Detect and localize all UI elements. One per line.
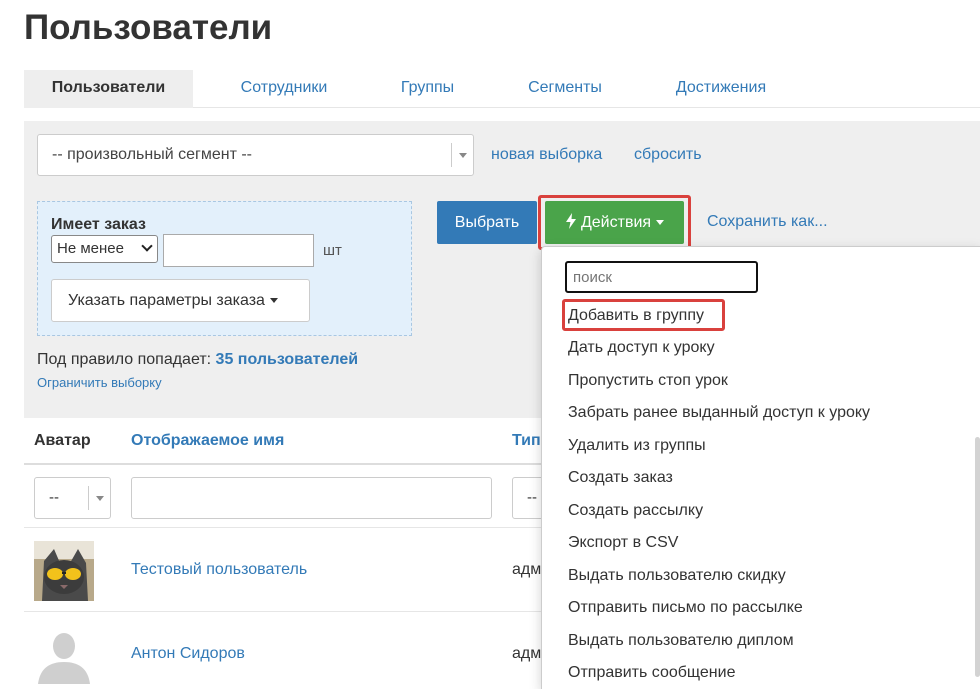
tab-employees[interactable]: Сотрудники	[214, 70, 354, 108]
name-filter-input[interactable]	[131, 477, 492, 519]
page-title: Пользователи	[24, 8, 273, 47]
header-avatar: Аватар	[34, 432, 91, 449]
menu-item-create-order[interactable]: Создать заказ	[568, 469, 673, 487]
menu-item-send-message[interactable]: Отправить сообщение	[568, 664, 735, 682]
reset-link[interactable]: сбросить	[634, 146, 702, 164]
caret-down-icon	[459, 153, 467, 158]
avatar[interactable]	[34, 624, 94, 684]
tabs-bar: Пользователи Сотрудники Группы Сегменты …	[24, 70, 980, 108]
chevron-down-icon	[141, 240, 153, 252]
avatar-filter-value: --	[49, 489, 59, 506]
comparator-value: Не менее	[57, 240, 124, 257]
avatar-filter-select[interactable]: --	[34, 477, 111, 519]
order-params-label: Указать параметры заказа	[68, 292, 265, 309]
menu-item-remove-from-group[interactable]: Удалить из группы	[568, 437, 706, 455]
lightning-icon	[565, 213, 576, 229]
type-filter-value: --	[527, 489, 537, 506]
user-name-link[interactable]: Тестовый пользователь	[131, 561, 307, 579]
menu-item-revoke-lesson-access[interactable]: Забрать ранее выданный доступ к уроку	[568, 404, 870, 422]
default-user-icon	[34, 624, 94, 684]
new-selection-link[interactable]: новая выборка	[491, 146, 602, 164]
limit-selection-link[interactable]: Ограничить выборку	[37, 375, 162, 390]
segment-select-value: -- произвольный сегмент --	[52, 146, 252, 163]
rule-count-link[interactable]: 35 пользователей	[216, 351, 359, 368]
caret-down-icon	[269, 298, 278, 304]
user-type: адм	[512, 561, 542, 578]
header-display-name[interactable]: Отображаемое имя	[131, 432, 284, 450]
comparator-select[interactable]: Не менее	[51, 235, 158, 263]
caret-down-icon	[656, 220, 665, 226]
tab-groups[interactable]: Группы	[374, 70, 481, 108]
condition-title: Имеет заказ	[51, 216, 146, 233]
tab-segments[interactable]: Сегменты	[502, 70, 628, 108]
select-button[interactable]: Выбрать	[437, 201, 537, 244]
segment-select[interactable]: -- произвольный сегмент --	[37, 134, 474, 176]
actions-dropdown-menu: Добавить в группу Дать доступ к уроку Пр…	[541, 246, 980, 689]
menu-item-add-to-group[interactable]: Добавить в группу	[568, 307, 704, 325]
actions-button[interactable]: Действия	[545, 201, 684, 244]
header-type[interactable]: Тип	[512, 432, 541, 450]
menu-item-grant-lesson-access[interactable]: Дать доступ к уроку	[568, 339, 715, 357]
order-params-button[interactable]: Указать параметры заказа	[51, 279, 310, 322]
avatar[interactable]	[34, 541, 94, 601]
menu-item-give-discount[interactable]: Выдать пользователю скидку	[568, 567, 786, 585]
quantity-input[interactable]	[163, 234, 314, 267]
user-type: адм	[512, 645, 542, 662]
rule-prefix: Под правило попадает:	[37, 351, 212, 368]
cat-avatar-icon	[34, 541, 94, 601]
user-name-link[interactable]: Антон Сидоров	[131, 645, 245, 663]
menu-item-create-mailing[interactable]: Создать рассылку	[568, 502, 703, 520]
segment-select-arrow[interactable]	[451, 143, 473, 167]
menu-item-export-csv[interactable]: Экспорт в CSV	[568, 534, 678, 552]
avatar-filter-arrow[interactable]	[88, 486, 110, 510]
rule-summary: Под правило попадает: 35 пользователей	[37, 351, 358, 369]
menu-scrollbar[interactable]	[975, 437, 980, 677]
tab-users[interactable]: Пользователи	[24, 70, 193, 108]
menu-item-skip-stop-lesson[interactable]: Пропустить стоп урок	[568, 372, 728, 390]
save-as-link[interactable]: Сохранить как...	[707, 213, 828, 231]
tab-achievements[interactable]: Достижения	[650, 70, 792, 108]
actions-label: Действия	[580, 214, 652, 231]
actions-search-input[interactable]	[565, 261, 758, 293]
menu-item-send-mailing-letter[interactable]: Отправить письмо по рассылке	[568, 599, 803, 617]
condition-box: Имеет заказ Не менее шт Указать параметр…	[37, 201, 412, 336]
menu-item-give-diploma[interactable]: Выдать пользователю диплом	[568, 632, 794, 650]
quantity-unit: шт	[323, 242, 342, 259]
caret-down-icon	[96, 496, 104, 501]
